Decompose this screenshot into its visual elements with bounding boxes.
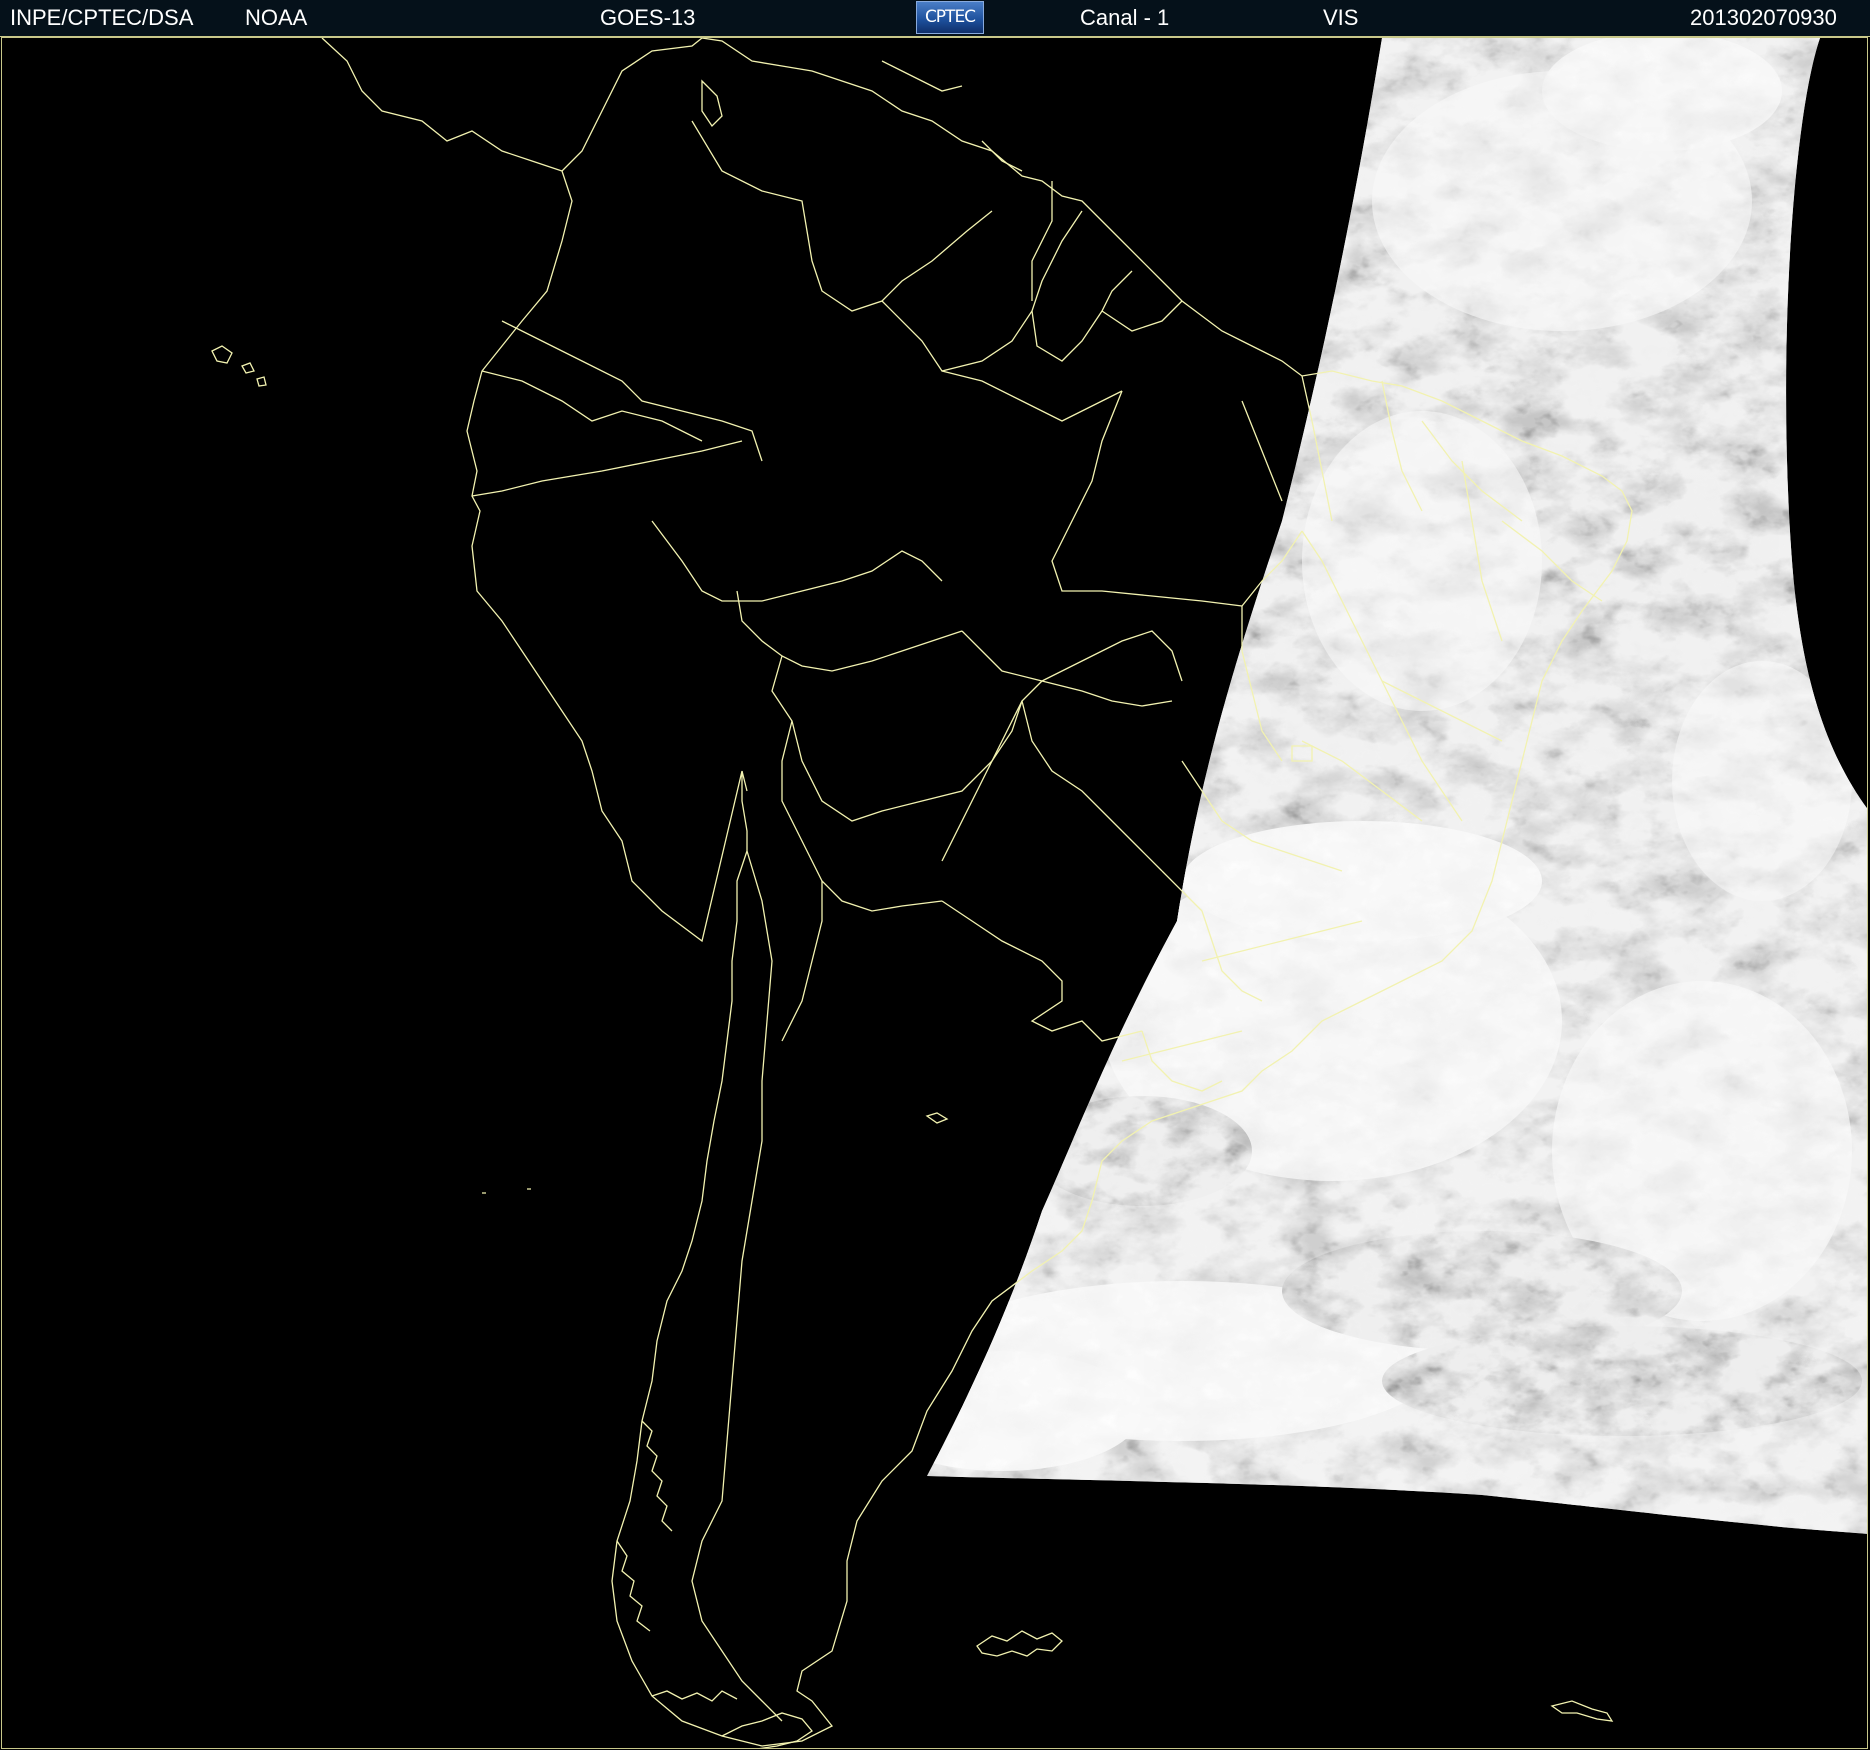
- band-label: VIS: [1323, 5, 1359, 30]
- cptec-logo: CPTEC: [916, 1, 984, 34]
- west-coastline: [321, 38, 763, 1747]
- timestamp-label: 201302070930: [1690, 5, 1837, 30]
- imagery-swath: [927, 38, 1867, 1534]
- falkland-islands: [976, 1630, 1063, 1657]
- image-header: INPE/CPTEC/DSA NOAA GOES-13 CPTEC Canal …: [0, 0, 1870, 37]
- source-label: INPE/CPTEC/DSA: [10, 5, 194, 30]
- agency-label: NOAA: [245, 5, 308, 30]
- satellite-label: GOES-13: [600, 5, 696, 30]
- channel-label: Canal - 1: [1080, 5, 1170, 30]
- west-coastline-south: [741, 770, 748, 792]
- galapagos-islands: [211, 345, 267, 387]
- satellite-map: [1, 37, 1868, 1749]
- south-georgia: [1550, 1700, 1614, 1722]
- map-canvas: [211, 38, 1867, 1748]
